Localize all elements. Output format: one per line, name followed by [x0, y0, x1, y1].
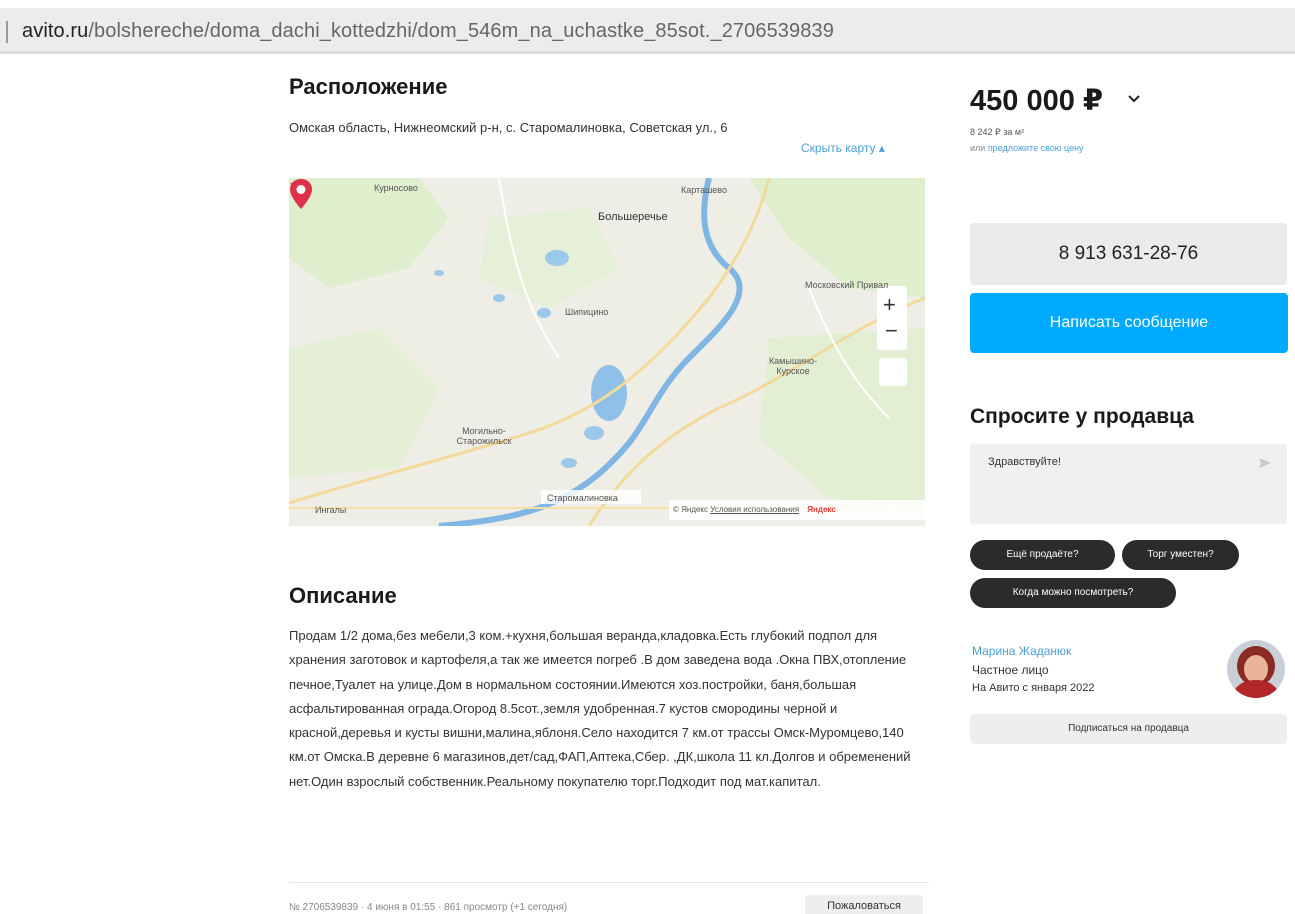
map-copyright: © Яндекс [673, 505, 709, 514]
ask-seller-text[interactable]: Здравствуйте! [988, 456, 1061, 468]
map-label-ingaly: Ингалы [315, 505, 347, 515]
avatar-image [1227, 640, 1285, 698]
seller-type: Частное лицо [972, 663, 1049, 677]
seller-since: На Авито с января 2022 [972, 682, 1095, 694]
ask-seller-input[interactable]: Здравствуйте! [970, 444, 1287, 524]
write-message-button[interactable]: Написать сообщение [970, 293, 1288, 353]
description-heading: Описание [289, 583, 397, 608]
report-button[interactable]: Пожаловаться [805, 895, 923, 914]
send-icon[interactable] [1258, 457, 1272, 469]
map-label-kamyshino: Камышино-Курское [768, 356, 818, 376]
offer-prefix: или [970, 143, 988, 153]
ask-seller-heading: Спросите у продавца [970, 405, 1194, 428]
show-phone-button[interactable]: 8 913 631-28-76 [970, 223, 1287, 285]
quick-question-chip[interactable]: Торг уместен? [1122, 540, 1239, 570]
location-pin-icon [290, 179, 312, 209]
zoom-out-button[interactable]: − [885, 318, 898, 344]
text-caret [6, 21, 8, 43]
quick-question-chip[interactable]: Ещё продаёте? [970, 540, 1115, 570]
address-text: Омская область, Нижнеомский р-н, с. Стар… [289, 120, 728, 135]
subscribe-seller-button[interactable]: Подписаться на продавца [970, 714, 1287, 744]
chevron-down-icon[interactable] [1126, 90, 1142, 106]
avatar[interactable] [1227, 640, 1285, 698]
offer-price-link[interactable]: предложите свою цену [988, 143, 1084, 153]
map-widget[interactable]: Курносово Карташево Большеречье Шипицино… [289, 178, 925, 526]
map-label-kurnosovo: Курносово [374, 183, 418, 193]
map-label-moskovsky: Московский Привал [805, 280, 889, 290]
location-heading: Расположение [289, 74, 448, 99]
hide-map-link[interactable]: Скрыть карту ▴ [801, 141, 885, 155]
description-text: Продам 1/2 дома,без мебели,3 ком.+кухня,… [289, 628, 911, 789]
url-text[interactable]: avito.ru/bolshereche/doma_dachi_kottedzh… [22, 20, 834, 43]
map-label-bolsherechye: Большеречье [598, 211, 668, 223]
map-terms-link[interactable]: Условия использования [710, 505, 799, 514]
url-path: /bolshereche/doma_dachi_kottedzhi/dom_54… [88, 20, 834, 42]
map-label-kartashevo: Карташево [681, 185, 727, 195]
map-attribution: © Яндекс Условия использования Яндекс [673, 505, 836, 514]
browser-address-bar[interactable]: avito.ru/bolshereche/doma_dachi_kottedzh… [0, 8, 1295, 54]
footer-divider [289, 882, 929, 883]
map-label-staromalinovka: Старомалиновка [547, 493, 618, 503]
offer-line: или предложите свою цену [970, 143, 1084, 153]
listing-meta: № 2706539839 · 4 июня в 01:55 · 861 прос… [289, 902, 568, 913]
price-per-meter: 8 242 ₽ за м² [970, 127, 1025, 137]
url-host: avito.ru [22, 20, 89, 42]
price: 450 000 ₽ [970, 85, 1104, 117]
map-label-mogilno: Могильно-Старожильск [456, 426, 512, 446]
map-label-shipitsino: Шипицино [565, 307, 609, 317]
zoom-in-button[interactable]: + [883, 292, 896, 318]
seller-name-link[interactable]: Марина Жаданюк [972, 644, 1071, 658]
map-background [289, 178, 925, 526]
quick-question-chip[interactable]: Когда можно посмотреть? [970, 578, 1176, 608]
yandex-logo: Яндекс [807, 505, 836, 514]
